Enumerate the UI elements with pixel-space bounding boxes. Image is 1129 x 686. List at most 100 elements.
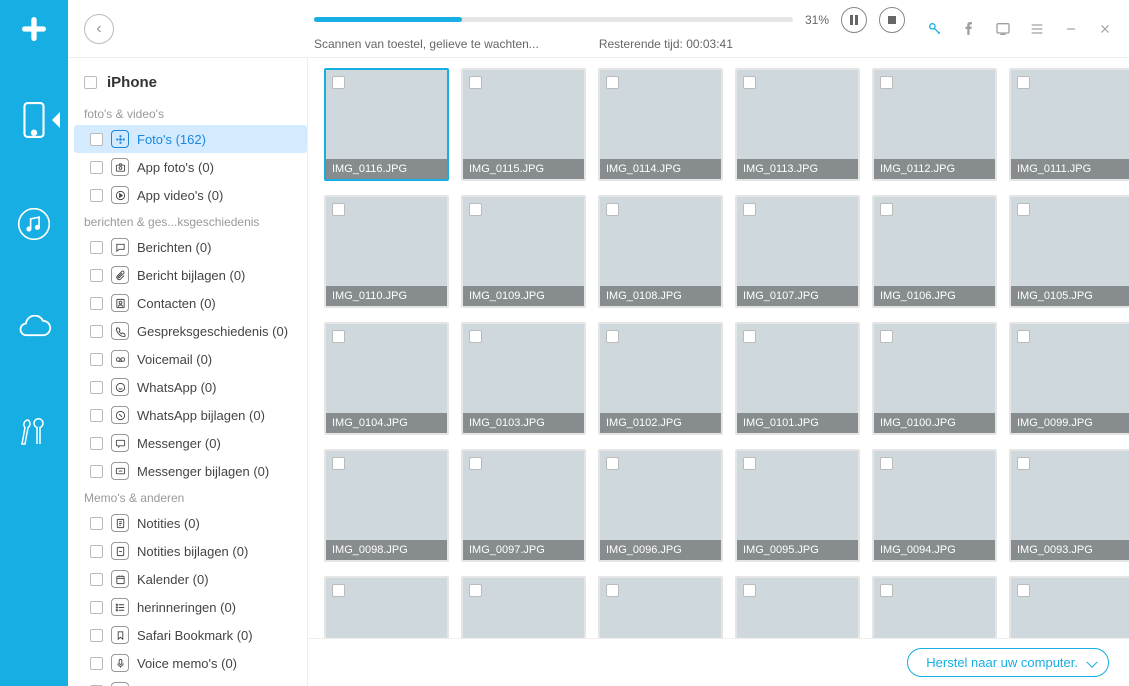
thumbnail[interactable]: IMG_0104.JPG — [324, 322, 449, 435]
thumbnail[interactable]: IMG_0106.JPG — [872, 195, 997, 308]
thumbnail[interactable]: IMG_0107.JPG — [735, 195, 860, 308]
thumbnail-checkbox[interactable] — [469, 76, 482, 89]
thumbnail[interactable]: IMG_0112.JPG — [872, 68, 997, 181]
item-checkbox[interactable] — [90, 437, 103, 450]
item-checkbox[interactable] — [90, 573, 103, 586]
thumbnail[interactable]: IMG_0113.JPG — [735, 68, 860, 181]
minimize-button[interactable] — [1061, 19, 1081, 39]
thumbnail-checkbox[interactable] — [880, 203, 893, 216]
thumbnail-checkbox[interactable] — [332, 584, 345, 597]
thumbnail[interactable]: IMG_0102.JPG — [598, 322, 723, 435]
thumbnail-checkbox[interactable] — [880, 457, 893, 470]
item-checkbox[interactable] — [90, 629, 103, 642]
thumbnail-checkbox[interactable] — [880, 584, 893, 597]
thumbnail[interactable]: IMG_0088.JPG — [872, 576, 997, 638]
item-checkbox[interactable] — [90, 409, 103, 422]
thumbnail-checkbox[interactable] — [469, 584, 482, 597]
sidebar-item-contacten[interactable]: Contacten (0) — [74, 289, 307, 317]
thumbnail[interactable]: IMG_0109.JPG — [461, 195, 586, 308]
item-checkbox[interactable] — [90, 381, 103, 394]
sidebar-item-bericht-bijlagen[interactable]: Bericht bijlagen (0) — [74, 261, 307, 289]
thumbnail-checkbox[interactable] — [1017, 457, 1030, 470]
sidebar-item-app-document[interactable]: App Document (0) — [74, 677, 307, 686]
sidebar-item-herinneringen[interactable]: herinneringen (0) — [74, 593, 307, 621]
item-checkbox[interactable] — [90, 657, 103, 670]
recover-button[interactable]: Herstel naar uw computer. — [907, 648, 1109, 677]
thumbnail-checkbox[interactable] — [469, 457, 482, 470]
thumbnail-checkbox[interactable] — [606, 203, 619, 216]
thumbnail[interactable]: IMG_0092.JPG — [324, 576, 449, 638]
item-checkbox[interactable] — [90, 601, 103, 614]
sidebar-item-app-foto-s[interactable]: App foto's (0) — [74, 153, 307, 181]
thumbnail[interactable]: IMG_0116.JPG — [324, 68, 449, 181]
thumbnail-checkbox[interactable] — [1017, 330, 1030, 343]
back-button[interactable] — [84, 14, 114, 44]
thumbnail-checkbox[interactable] — [743, 457, 756, 470]
thumbnail-checkbox[interactable] — [332, 330, 345, 343]
thumbnail-checkbox[interactable] — [606, 584, 619, 597]
thumbnail[interactable]: IMG_0091.JPG — [461, 576, 586, 638]
sidebar-item-messenger[interactable]: Messenger (0) — [74, 429, 307, 457]
sidebar-item-whatsapp[interactable]: WhatsApp (0) — [74, 373, 307, 401]
thumbnail[interactable]: IMG_0115.JPG — [461, 68, 586, 181]
thumbnail-checkbox[interactable] — [743, 203, 756, 216]
item-checkbox[interactable] — [90, 353, 103, 366]
item-checkbox[interactable] — [90, 517, 103, 530]
thumbnail[interactable]: IMG_0095.JPG — [735, 449, 860, 562]
thumbnail-checkbox[interactable] — [1017, 76, 1030, 89]
thumbnail[interactable]: IMG_0087.JPG — [1009, 576, 1129, 638]
thumbnail[interactable]: IMG_0114.JPG — [598, 68, 723, 181]
thumbnail-checkbox[interactable] — [606, 76, 619, 89]
thumbnail[interactable]: IMG_0110.JPG — [324, 195, 449, 308]
thumbnail[interactable]: IMG_0101.JPG — [735, 322, 860, 435]
sidebar-item-berichten[interactable]: Berichten (0) — [74, 233, 307, 261]
thumbnail[interactable]: IMG_0097.JPG — [461, 449, 586, 562]
item-checkbox[interactable] — [90, 545, 103, 558]
menu-icon[interactable] — [1027, 19, 1047, 39]
feedback-icon[interactable] — [993, 19, 1013, 39]
rail-music-icon[interactable] — [12, 202, 56, 246]
thumbnail[interactable]: IMG_0089.JPG — [735, 576, 860, 638]
item-checkbox[interactable] — [90, 269, 103, 282]
sidebar-item-whatsapp-bijlagen[interactable]: WhatsApp bijlagen (0) — [74, 401, 307, 429]
sidebar-item-foto-s[interactable]: Foto's (162) — [74, 125, 307, 153]
thumbnail[interactable]: IMG_0111.JPG — [1009, 68, 1129, 181]
thumbnail-checkbox[interactable] — [606, 457, 619, 470]
thumbnail-checkbox[interactable] — [1017, 203, 1030, 216]
thumbnail-checkbox[interactable] — [332, 203, 345, 216]
thumbnail[interactable]: IMG_0098.JPG — [324, 449, 449, 562]
thumbnail-checkbox[interactable] — [469, 330, 482, 343]
rail-tools-icon[interactable] — [12, 410, 56, 454]
thumbnail-checkbox[interactable] — [743, 584, 756, 597]
thumbnail[interactable]: IMG_0090.JPG — [598, 576, 723, 638]
thumbnail-checkbox[interactable] — [880, 76, 893, 89]
sidebar-item-safari-bookmark[interactable]: Safari Bookmark (0) — [74, 621, 307, 649]
thumbnail[interactable]: IMG_0094.JPG — [872, 449, 997, 562]
item-checkbox[interactable] — [90, 465, 103, 478]
thumbnail[interactable]: IMG_0100.JPG — [872, 322, 997, 435]
item-checkbox[interactable] — [90, 189, 103, 202]
thumbnail[interactable]: IMG_0105.JPG — [1009, 195, 1129, 308]
sidebar-item-messenger-bijlagen[interactable]: Messenger bijlagen (0) — [74, 457, 307, 485]
thumbnail-checkbox[interactable] — [469, 203, 482, 216]
close-button[interactable] — [1095, 19, 1115, 39]
rail-cloud-icon[interactable] — [12, 306, 56, 350]
thumbnail[interactable]: IMG_0093.JPG — [1009, 449, 1129, 562]
sidebar-item-notities[interactable]: Notities (0) — [74, 509, 307, 537]
thumbnail-checkbox[interactable] — [880, 330, 893, 343]
sidebar-item-app-video-s[interactable]: App video's (0) — [74, 181, 307, 209]
sidebar-item-gespreksgeschiedenis[interactable]: Gespreksgeschiedenis (0) — [74, 317, 307, 345]
sidebar-item-voice-memo-s[interactable]: Voice memo's (0) — [74, 649, 307, 677]
stop-button[interactable] — [879, 7, 905, 33]
rail-device-icon[interactable] — [12, 98, 56, 142]
item-checkbox[interactable] — [90, 297, 103, 310]
sidebar-item-notities-bijlagen[interactable]: Notities bijlagen (0) — [74, 537, 307, 565]
item-checkbox[interactable] — [90, 241, 103, 254]
item-checkbox[interactable] — [90, 325, 103, 338]
thumbnail-checkbox[interactable] — [332, 76, 345, 89]
sidebar-item-voicemail[interactable]: Voicemail (0) — [74, 345, 307, 373]
item-checkbox[interactable] — [90, 133, 103, 146]
pause-button[interactable] — [841, 7, 867, 33]
key-icon[interactable] — [925, 19, 945, 39]
sidebar-item-kalender[interactable]: Kalender (0) — [74, 565, 307, 593]
